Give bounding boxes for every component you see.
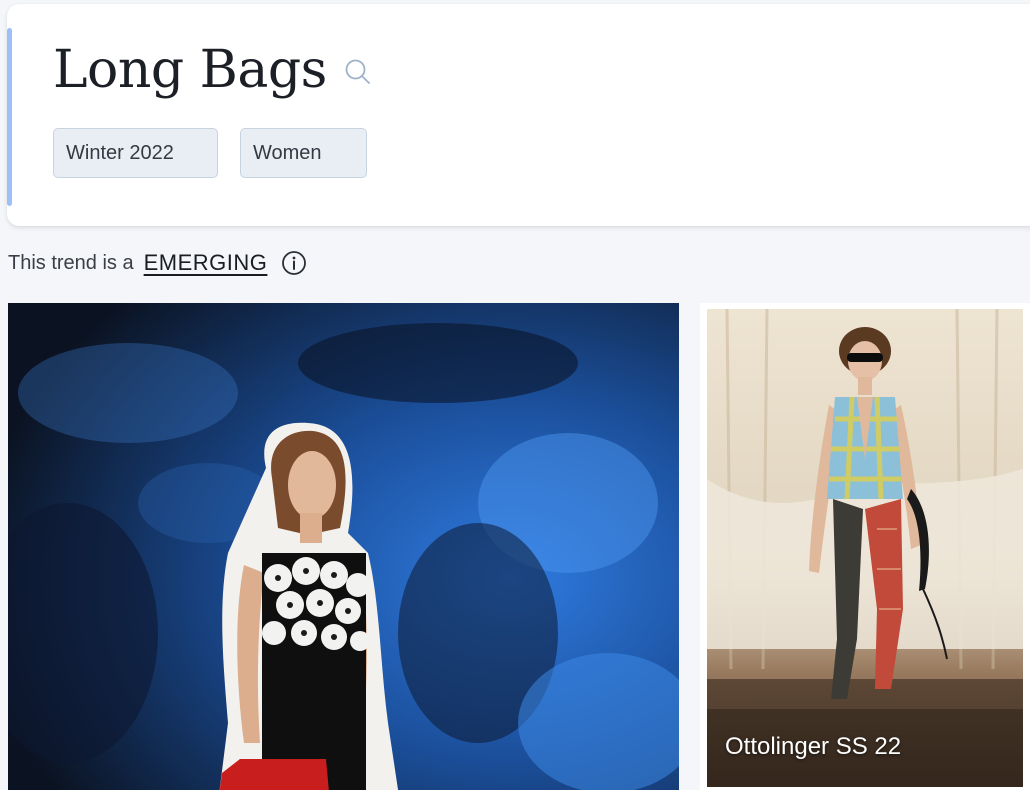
trend-image-card-small[interactable]: Ottolinger SS 22 <box>707 309 1023 787</box>
season-filter-chip[interactable]: Winter 2022 <box>53 128 218 178</box>
trend-header-card: Long Bags Winter 2022 Women <box>7 4 1030 226</box>
search-icon[interactable] <box>343 57 373 87</box>
trend-image-caption: Ottolinger SS 22 <box>725 733 902 760</box>
trend-image-card-large[interactable] <box>8 303 679 790</box>
info-icon[interactable] <box>281 250 307 276</box>
trend-page: Long Bags Winter 2022 Women This trend i… <box>0 0 1030 790</box>
trend-status-link[interactable]: EMERGING <box>144 250 268 276</box>
trend-prefix-label: This trend is a <box>8 251 134 274</box>
title-row: Long Bags <box>53 44 373 96</box>
gender-filter-chip[interactable]: Women <box>240 128 367 178</box>
runway-photo-large <box>8 303 679 790</box>
accent-bar <box>7 28 12 206</box>
runway-photo-small <box>707 309 1023 787</box>
trend-status-row: This trend is a EMERGING <box>8 250 307 276</box>
page-title: Long Bags <box>53 40 327 100</box>
